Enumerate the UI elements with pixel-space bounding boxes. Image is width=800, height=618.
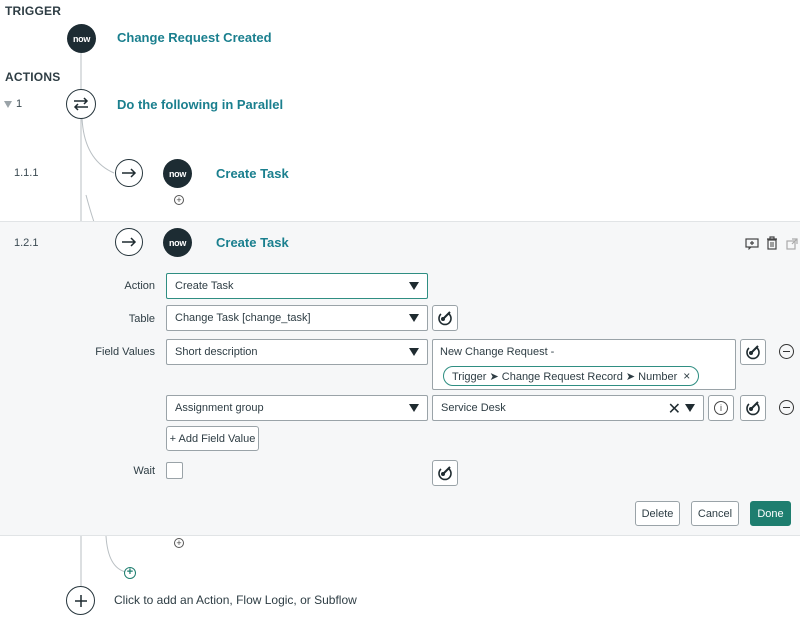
wait-label: Wait <box>133 465 155 477</box>
step-title[interactable]: Create Task <box>216 235 289 250</box>
chevron-down-icon[interactable] <box>685 404 695 412</box>
step-title[interactable]: Create Task <box>216 166 289 181</box>
info-button[interactable]: i <box>708 395 734 421</box>
field-name-select[interactable]: Short description <box>166 339 428 365</box>
data-pill-chip[interactable]: Trigger ➤ Change Request Record ➤ Number… <box>443 366 700 386</box>
action-select-value: Create Task <box>175 280 234 292</box>
field-value-input[interactable]: New Change Request - Trigger ➤ Change Re… <box>432 339 736 390</box>
action-select[interactable]: Create Task <box>166 273 428 299</box>
data-pill-picker-button[interactable] <box>740 339 766 365</box>
parallel-step-number: 1 <box>16 98 23 110</box>
field-value-text: New Change Request - <box>440 346 555 358</box>
add-comment-icon[interactable] <box>745 237 759 255</box>
info-icon: i <box>714 401 728 415</box>
data-pill-text: Trigger ➤ Change Request Record ➤ Number <box>452 370 678 383</box>
trash-icon[interactable] <box>766 236 778 255</box>
add-action-link[interactable]: Click to add an Action, Flow Logic, or S… <box>114 593 357 607</box>
data-pill-icon <box>746 401 760 416</box>
delete-button[interactable]: Delete <box>635 501 680 526</box>
wait-checkbox[interactable] <box>166 462 183 479</box>
reference-field-value: Service Desk <box>441 402 506 414</box>
data-pill-picker-button[interactable] <box>432 460 458 486</box>
field-name-value: Short description <box>175 346 258 358</box>
trigger-title[interactable]: Change Request Created <box>117 30 272 45</box>
servicenow-logo-icon: now <box>163 228 192 257</box>
open-external-icon[interactable] <box>786 237 798 255</box>
add-parallel-branch-icon[interactable]: + <box>124 567 136 579</box>
servicenow-logo-icon: now <box>163 159 192 188</box>
table-select-value: Change Task [change_task] <box>175 312 311 324</box>
step-number: 1.1.1 <box>14 167 39 179</box>
collapse-caret-icon[interactable] <box>4 101 12 108</box>
data-pill-icon <box>438 311 452 326</box>
add-step-icon[interactable]: + <box>174 538 184 548</box>
data-pill-icon <box>746 345 760 360</box>
chevron-down-icon <box>409 348 419 356</box>
field-name-value: Assignment group <box>175 402 264 414</box>
clear-icon[interactable]: ✕ <box>668 399 681 419</box>
add-field-value-button[interactable]: + Add Field Value <box>166 426 259 451</box>
add-step-icon[interactable]: + <box>174 195 184 205</box>
data-pill-picker-button[interactable] <box>740 395 766 421</box>
arrow-right-icon[interactable] <box>115 159 143 187</box>
arrow-right-icon[interactable] <box>115 228 143 256</box>
data-pill-icon <box>438 466 452 481</box>
chevron-down-icon <box>409 282 419 290</box>
trigger-section-label: TRIGGER <box>5 4 62 18</box>
field-values-label: Field Values <box>95 346 155 358</box>
servicenow-logo-icon: now <box>67 24 96 53</box>
actions-section-label: ACTIONS <box>5 70 61 84</box>
chevron-down-icon <box>409 314 419 322</box>
action-label: Action <box>124 280 155 292</box>
cancel-button[interactable]: Cancel <box>691 501 739 526</box>
parallel-title[interactable]: Do the following in Parallel <box>117 97 283 112</box>
done-button[interactable]: Done <box>750 501 791 526</box>
step-number: 1.2.1 <box>14 237 39 249</box>
table-label: Table <box>128 313 155 325</box>
field-name-select[interactable]: Assignment group <box>166 395 428 421</box>
parallel-flow-icon[interactable] <box>66 89 96 119</box>
add-action-icon[interactable] <box>66 586 95 615</box>
remove-field-icon[interactable] <box>779 344 794 359</box>
chevron-down-icon <box>409 404 419 412</box>
data-pill-picker-button[interactable] <box>432 305 458 331</box>
remove-field-icon[interactable] <box>779 400 794 415</box>
reference-field-input[interactable]: Service Desk ✕ <box>432 395 704 421</box>
table-select[interactable]: Change Task [change_task] <box>166 305 428 331</box>
remove-icon[interactable]: × <box>683 369 690 383</box>
